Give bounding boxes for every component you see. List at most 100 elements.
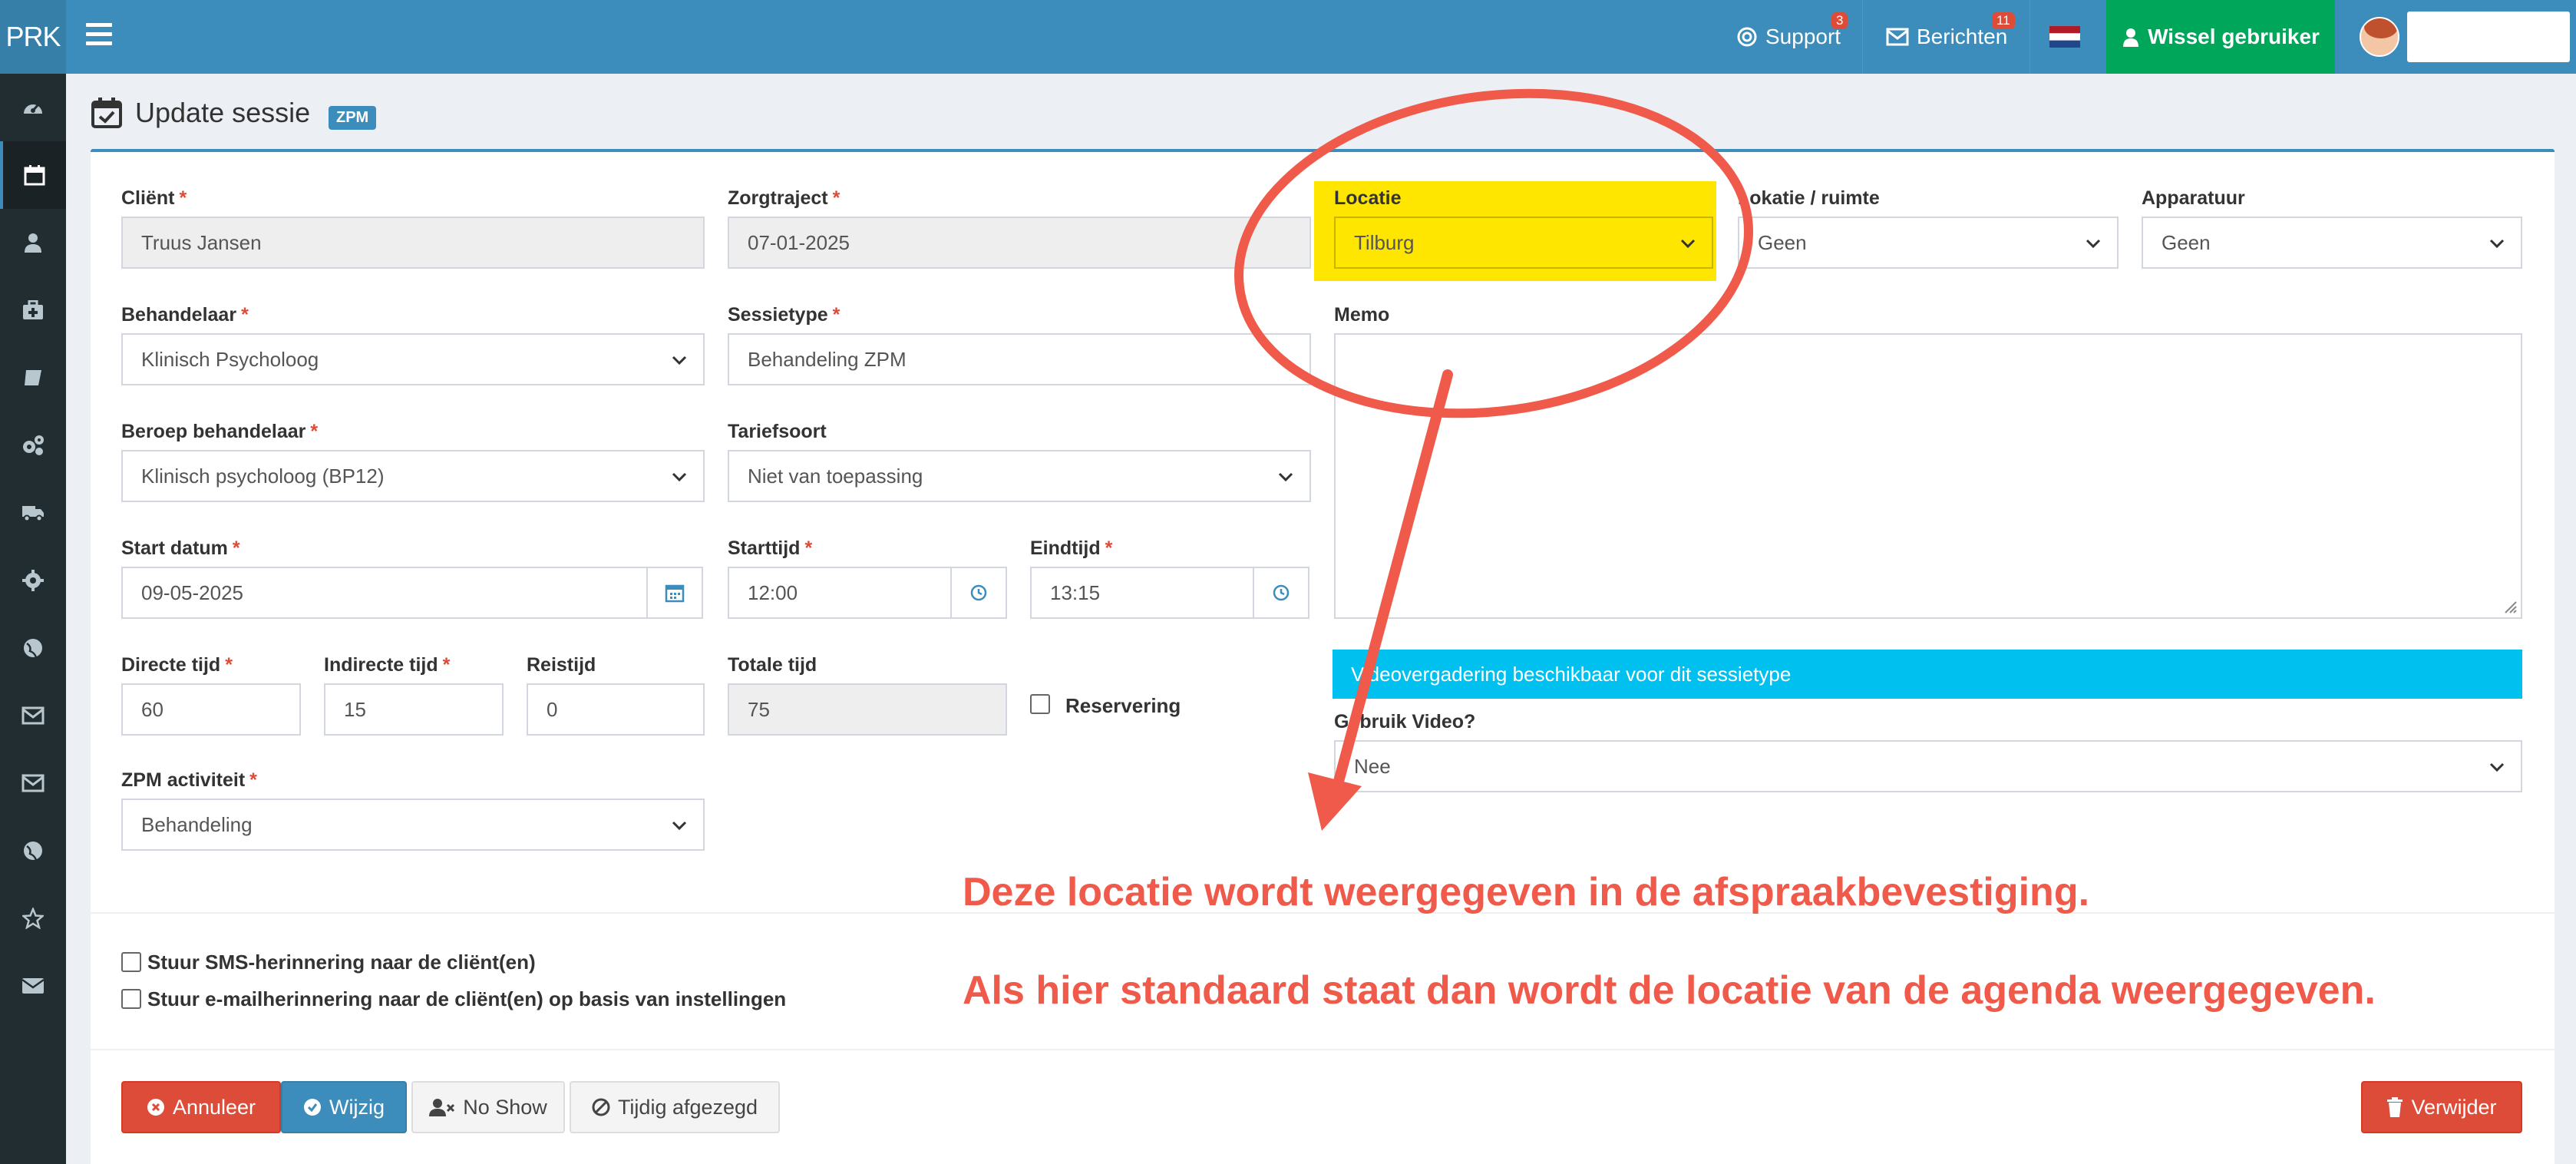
client-field[interactable]: Truus Jansen xyxy=(121,217,705,269)
tariefsoort-label: Tariefsoort xyxy=(728,421,827,442)
locatie-select[interactable]: Tilburg xyxy=(1334,217,1713,269)
berichten-badge: 11 xyxy=(1992,12,2015,29)
menu-toggle-icon[interactable] xyxy=(86,23,112,49)
chevron-down-icon xyxy=(1680,239,1696,249)
beroep-label: Beroep behandelaar * xyxy=(121,421,319,442)
clock-icon xyxy=(970,584,987,601)
reistijd-input[interactable]: 0 xyxy=(527,683,705,736)
brand-logo[interactable]: PRK xyxy=(0,0,66,74)
memo-label: Memo xyxy=(1334,304,1390,326)
zpm-activiteit-label: ZPM activiteit * xyxy=(121,769,257,791)
gear-icon[interactable] xyxy=(0,547,66,614)
gebruik-video-select[interactable]: Nee xyxy=(1334,740,2522,792)
chevron-down-icon xyxy=(2489,762,2505,772)
calendar-icon[interactable] xyxy=(0,141,66,209)
language-flag[interactable] xyxy=(2029,0,2106,74)
client-label: Cliënt * xyxy=(121,187,187,209)
wissel-label: Wissel gebruiker xyxy=(2148,25,2320,48)
book-icon[interactable] xyxy=(0,344,66,412)
lifebuoy-icon xyxy=(1737,27,1757,47)
annotation-text-line1: Deze locatie wordt weergegeven in de afs… xyxy=(963,870,2090,914)
calendar-picker-button[interactable] xyxy=(646,567,703,619)
avatar xyxy=(2360,17,2399,57)
user-menu[interactable] xyxy=(2335,0,2576,74)
sms-reminder-checkbox[interactable] xyxy=(121,952,141,972)
sessietype-label: Sessietype * xyxy=(728,304,841,326)
user-icon[interactable] xyxy=(0,209,66,276)
lokatie-ruimte-label: Lokatie / ruimte xyxy=(1738,187,1880,209)
calendar-check-icon xyxy=(91,98,122,128)
zorgtraject-label: Zorgtraject * xyxy=(728,187,841,209)
email-reminder-checkbox[interactable] xyxy=(121,989,141,1009)
sidebar xyxy=(0,74,66,1164)
chevron-down-icon xyxy=(672,472,687,482)
starttijd-clock-button[interactable] xyxy=(950,567,1007,619)
envelope-filled-icon[interactable] xyxy=(0,952,66,1020)
totale-tijd-label: Totale tijd xyxy=(728,654,817,676)
starttijd-input[interactable]: 12:00 xyxy=(728,567,952,619)
eindtijd-input[interactable]: 13:15 xyxy=(1030,567,1254,619)
video-notice: Videovergadering beschikbaar voor dit se… xyxy=(1333,650,2522,699)
zorgtraject-field[interactable]: 07-01-2025 xyxy=(728,217,1311,269)
ban-icon xyxy=(592,1098,610,1116)
chevron-down-icon xyxy=(672,821,687,831)
totale-tijd-field: 75 xyxy=(728,683,1007,736)
no-show-button[interactable]: No Show xyxy=(411,1081,565,1133)
eindtijd-clock-button[interactable] xyxy=(1253,567,1309,619)
annotation-text-line2: Als hier standaard staat dan wordt de lo… xyxy=(963,968,2376,1013)
behandelaar-select[interactable]: Klinisch Psycholoog xyxy=(121,333,705,385)
beroep-select[interactable]: Klinisch psycholoog (BP12) xyxy=(121,450,705,502)
apparatuur-label: Apparatuur xyxy=(2142,187,2245,209)
truck-icon[interactable] xyxy=(0,479,66,547)
envelope-outline-icon[interactable] xyxy=(0,682,66,749)
chevron-down-icon xyxy=(2086,239,2101,249)
clock-icon xyxy=(1273,584,1290,601)
gebruik-video-label: Gebruik Video? xyxy=(1334,711,1476,732)
tijdig-afgezegd-button[interactable]: Tijdig afgezegd xyxy=(570,1081,780,1133)
globe-icon[interactable] xyxy=(0,614,66,682)
starttijd-label: Starttijd * xyxy=(728,537,813,559)
calendar-icon xyxy=(665,584,685,603)
tariefsoort-select[interactable]: Niet van toepassing xyxy=(728,450,1311,502)
apparatuur-select[interactable]: Geen xyxy=(2142,217,2522,269)
trash-icon xyxy=(2387,1097,2403,1117)
verwijder-button[interactable]: Verwijder xyxy=(2361,1081,2522,1133)
support-badge: 3 xyxy=(1831,12,1848,29)
directe-tijd-input[interactable]: 60 xyxy=(121,683,301,736)
memo-textarea[interactable] xyxy=(1334,333,2522,619)
wijzig-button[interactable]: Wijzig xyxy=(281,1081,407,1133)
zpm-activiteit-select[interactable]: Behandeling xyxy=(121,799,705,851)
support-label: Support xyxy=(1765,25,1841,48)
sms-reminder-label: Stuur SMS-herinnering naar de cliënt(en) xyxy=(147,951,536,974)
medkit-icon[interactable] xyxy=(0,276,66,344)
user-name-box xyxy=(2407,12,2570,62)
locatie-label: Locatie xyxy=(1334,187,1402,209)
globe-icon-2[interactable] xyxy=(0,817,66,885)
reservering-checkbox[interactable] xyxy=(1030,694,1050,714)
session-type-tag: ZPM xyxy=(329,106,377,130)
star-icon[interactable] xyxy=(0,885,66,952)
wissel-gebruiker-button[interactable]: Wissel gebruiker xyxy=(2106,0,2335,74)
reistijd-label: Reistijd xyxy=(527,654,596,676)
sessietype-select[interactable]: Behandeling ZPM xyxy=(728,333,1311,385)
directe-tijd-label: Directe tijd * xyxy=(121,654,233,676)
top-navbar: PRK Support 3 Berichten 11 Wissel gebrui… xyxy=(0,0,2576,74)
chevron-down-icon xyxy=(1278,472,1293,482)
times-circle-icon xyxy=(147,1099,164,1116)
indirecte-tijd-label: Indirecte tijd * xyxy=(324,654,451,676)
lokatie-ruimte-select[interactable]: Geen xyxy=(1738,217,2119,269)
reservering-label: Reservering xyxy=(1065,694,1181,717)
divider xyxy=(91,1049,2555,1050)
berichten-link[interactable]: Berichten 11 xyxy=(1862,0,2029,74)
behandelaar-label: Behandelaar * xyxy=(121,304,249,326)
cogs-icon[interactable] xyxy=(0,412,66,479)
indirecte-tijd-input[interactable]: 15 xyxy=(324,683,504,736)
user-times-icon xyxy=(429,1099,455,1116)
start-datum-label: Start datum * xyxy=(121,537,240,559)
support-link[interactable]: Support 3 xyxy=(1719,0,1862,74)
resize-grip-icon[interactable] xyxy=(2502,599,2518,614)
start-datum-input[interactable]: 09-05-2025 xyxy=(121,567,648,619)
envelope-outline-icon-2[interactable] xyxy=(0,749,66,817)
dashboard-icon[interactable] xyxy=(0,74,66,141)
annuleer-button[interactable]: Annuleer xyxy=(121,1081,281,1133)
